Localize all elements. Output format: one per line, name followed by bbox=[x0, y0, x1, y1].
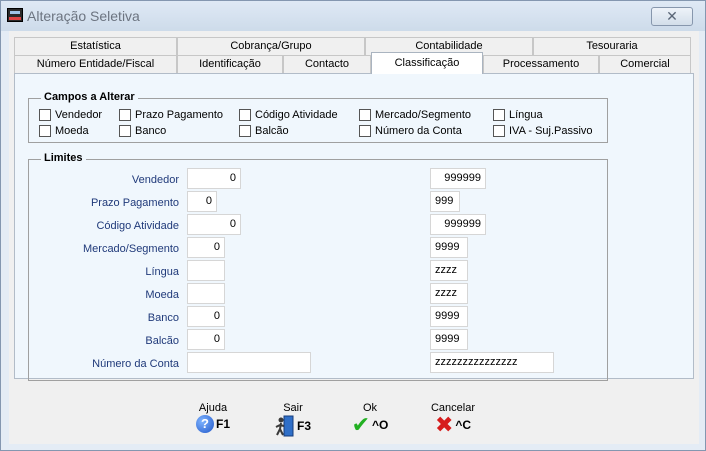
cross-icon: ✖ bbox=[434, 412, 454, 437]
exit-button[interactable]: Sair F3 bbox=[267, 402, 319, 437]
app-icon bbox=[7, 8, 23, 22]
label-vendedor: Vendedor bbox=[131, 174, 179, 186]
checkbox-numero-da-conta[interactable]: Número da Conta bbox=[359, 124, 462, 138]
label-lingua: Língua bbox=[145, 266, 179, 278]
mercado-segmento-to-input[interactable]: 9999 bbox=[430, 237, 468, 258]
banco-from-input[interactable]: 0 bbox=[187, 306, 225, 327]
cancel-key: ^C bbox=[455, 418, 472, 432]
label-prazo-pagamento: Prazo Pagamento bbox=[90, 197, 179, 209]
checkbox-banco[interactable]: Banco bbox=[119, 124, 166, 138]
label-balcao: Balcão bbox=[145, 335, 179, 347]
checkbox-moeda[interactable]: Moeda bbox=[39, 124, 89, 138]
tab-comercial[interactable]: Comercial bbox=[599, 55, 691, 73]
ok-key: ^O bbox=[372, 418, 389, 432]
tab-estatistica[interactable]: Estatística bbox=[14, 37, 177, 55]
label-codigo-atividade: Código Atividade bbox=[96, 220, 179, 232]
help-label: Ajuda bbox=[198, 402, 228, 414]
codigo-atividade-to-input[interactable]: 999999 bbox=[430, 214, 486, 235]
checkbox-vendedor[interactable]: Vendedor bbox=[39, 108, 102, 122]
cancel-label: Cancelar bbox=[430, 402, 476, 414]
checkmark-icon: ✔ bbox=[351, 412, 371, 437]
checkbox-balcao[interactable]: Balcão bbox=[239, 124, 289, 138]
close-icon: ✕ bbox=[666, 8, 678, 24]
lingua-from-input[interactable] bbox=[187, 260, 225, 281]
tab-processamento[interactable]: Processamento bbox=[483, 55, 599, 73]
campos-a-alterar-group: Campos a Alterar Vendedor Prazo Pagament… bbox=[28, 91, 608, 143]
prazo-pagamento-to-input[interactable]: 999 bbox=[430, 191, 460, 212]
tab-classificacao[interactable]: Classificação bbox=[371, 52, 483, 74]
lingua-to-input[interactable]: zzzz bbox=[430, 260, 468, 281]
help-button[interactable]: Ajuda ? F1 bbox=[187, 402, 239, 433]
vendedor-from-input[interactable]: 0 bbox=[187, 168, 241, 189]
numero-da-conta-from-input[interactable] bbox=[187, 352, 311, 373]
mercado-segmento-from-input[interactable]: 0 bbox=[187, 237, 225, 258]
balcao-from-input[interactable]: 0 bbox=[187, 329, 225, 350]
label-moeda: Moeda bbox=[145, 289, 179, 301]
tab-cobranca-grupo[interactable]: Cobrança/Grupo bbox=[177, 37, 365, 55]
checkbox-lingua[interactable]: Língua bbox=[493, 108, 543, 122]
codigo-atividade-from-input[interactable]: 0 bbox=[187, 214, 241, 235]
exit-door-icon bbox=[275, 415, 295, 437]
numero-da-conta-to-input[interactable]: zzzzzzzzzzzzzzz bbox=[430, 352, 554, 373]
ok-button[interactable]: Ok ✔ ^O bbox=[344, 402, 396, 437]
application-window: Alteração Seletiva ✕ Estatística Cobranç… bbox=[0, 0, 706, 451]
cancel-button[interactable]: Cancelar ✖ ^C bbox=[423, 402, 483, 437]
exit-key: F3 bbox=[296, 419, 311, 433]
campos-a-alterar-title: Campos a Alterar bbox=[41, 91, 138, 103]
tab-tesouraria[interactable]: Tesouraria bbox=[533, 37, 691, 55]
tab-contacto[interactable]: Contacto bbox=[283, 55, 371, 73]
banco-to-input[interactable]: 9999 bbox=[430, 306, 468, 327]
title-bar: Alteração Seletiva ✕ bbox=[1, 1, 705, 31]
limites-title: Limites bbox=[41, 152, 86, 164]
window-title: Alteração Seletiva bbox=[27, 8, 140, 24]
exit-label: Sair bbox=[283, 402, 303, 414]
prazo-pagamento-from-input[interactable]: 0 bbox=[187, 191, 217, 212]
checkbox-iva-suj-passivo[interactable]: IVA - Suj.Passivo bbox=[493, 124, 593, 138]
balcao-to-input[interactable]: 9999 bbox=[430, 329, 468, 350]
vendedor-to-input[interactable]: 999999 bbox=[430, 168, 486, 189]
label-numero-da-conta: Número da Conta bbox=[92, 358, 179, 370]
help-key: F1 bbox=[215, 417, 230, 431]
dialog-client-area: Estatística Cobrança/Grupo Contabilidade… bbox=[9, 31, 699, 444]
checkbox-mercado-segmento[interactable]: Mercado/Segmento bbox=[359, 108, 471, 122]
close-button[interactable]: ✕ bbox=[651, 7, 693, 26]
label-banco: Banco bbox=[147, 312, 179, 324]
tab-numero-entidade-fiscal[interactable]: Número Entidade/Fiscal bbox=[14, 55, 177, 73]
tab-identificacao[interactable]: Identificação bbox=[177, 55, 283, 73]
moeda-to-input[interactable]: zzzz bbox=[430, 283, 468, 304]
moeda-from-input[interactable] bbox=[187, 283, 225, 304]
checkbox-codigo-atividade[interactable]: Código Atividade bbox=[239, 108, 338, 122]
limites-group: Limites Vendedor 0 999999 Prazo Pagament… bbox=[28, 152, 608, 381]
label-mercado-segmento: Mercado/Segmento bbox=[83, 243, 179, 255]
checkbox-prazo-pagamento[interactable]: Prazo Pagamento bbox=[119, 108, 223, 122]
help-icon: ? bbox=[195, 415, 214, 433]
classificacao-panel: Campos a Alterar Vendedor Prazo Pagament… bbox=[14, 73, 694, 381]
